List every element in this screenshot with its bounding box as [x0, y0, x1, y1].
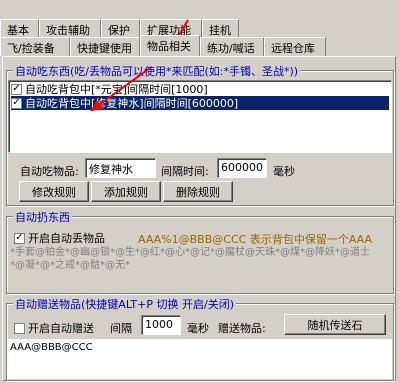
- auto-give-interval-label: 间隔: [110, 322, 132, 335]
- list-item[interactable]: ✓ 自动吃背包中[*元宝]间隔时间[1000]: [11, 82, 389, 96]
- auto-give-checkbox[interactable]: 开启自动赠送: [14, 320, 94, 336]
- auto-eat-rule-list[interactable]: ✓ 自动吃背包中[*元宝]间隔时间[1000] ✓ 自动吃背包中[修复神水]间隔…: [8, 80, 392, 153]
- give-item-select-button[interactable]: 随机传送石: [284, 314, 386, 335]
- tab-afk[interactable]: 挂机: [202, 19, 239, 38]
- auto-give-interval-field[interactable]: 1000: [141, 315, 181, 335]
- auto-give-item-label: 赠送物品:: [218, 322, 266, 335]
- auto-eat-interval-label: 间隔时间:: [161, 165, 209, 178]
- checkbox-unchecked-icon[interactable]: [14, 322, 25, 334]
- modify-rule-button[interactable]: 修改规则: [19, 181, 89, 202]
- tab-basic[interactable]: 基本: [0, 19, 39, 38]
- auto-give-item-list[interactable]: AAA@BBB@CCC: [8, 339, 392, 379]
- auto-drop-title: 自动扔东西: [13, 209, 72, 225]
- auto-eat-item-label: 自动吃物品:: [20, 165, 79, 178]
- tab-protect[interactable]: 保护: [101, 19, 140, 38]
- auto-give-title: 自动赠送物品(快捷键ALT+P 切换 开启/关闭): [13, 296, 236, 312]
- tab-remote-storage[interactable]: 远程仓库: [264, 37, 326, 56]
- auto-give-unit-label: 毫秒: [187, 322, 209, 335]
- auto-eat-title: 自动吃东西(吃/丢物品可以使用*来匹配(如:*手镯、圣战*)): [13, 63, 301, 79]
- tab-training-chat[interactable]: 练功/喊话: [200, 37, 264, 56]
- checkbox-checked-icon[interactable]: ✓: [11, 83, 22, 95]
- auto-drop-item-list[interactable]: *手套@铂金*@幽@银*@生*@红*@心*@记*@魔杖@天珠*@煤*@降妖*@道…: [8, 244, 392, 292]
- auto-eat-interval-field[interactable]: 600000: [217, 158, 267, 178]
- tab-fly-pickup[interactable]: 飞/捡装备: [0, 37, 70, 56]
- auto-eat-item-field[interactable]: 修复神水: [85, 158, 156, 178]
- tab-hotkeys[interactable]: 快捷键使用: [70, 37, 140, 56]
- tab-row-2: 飞/捡装备 快捷键使用 物品相关 练功/喊话 远程仓库: [0, 35, 326, 56]
- list-item-selected[interactable]: ✓ 自动吃背包中[修复神水]间隔时间[600000]: [11, 96, 389, 110]
- checkbox-checked-icon[interactable]: ✓: [11, 97, 22, 109]
- tab-items[interactable]: 物品相关: [140, 35, 200, 56]
- checkbox-checked-icon[interactable]: ✓: [14, 232, 25, 244]
- tab-row-1: 基本 攻击辅助 保护 扩展功能 挂机: [0, 19, 239, 38]
- delete-rule-button[interactable]: 删除规则: [163, 181, 233, 202]
- add-rule-button[interactable]: 添加规则: [91, 181, 161, 202]
- tab-attack-assist[interactable]: 攻击辅助: [39, 19, 101, 38]
- auto-eat-unit-label: 毫秒: [273, 165, 295, 178]
